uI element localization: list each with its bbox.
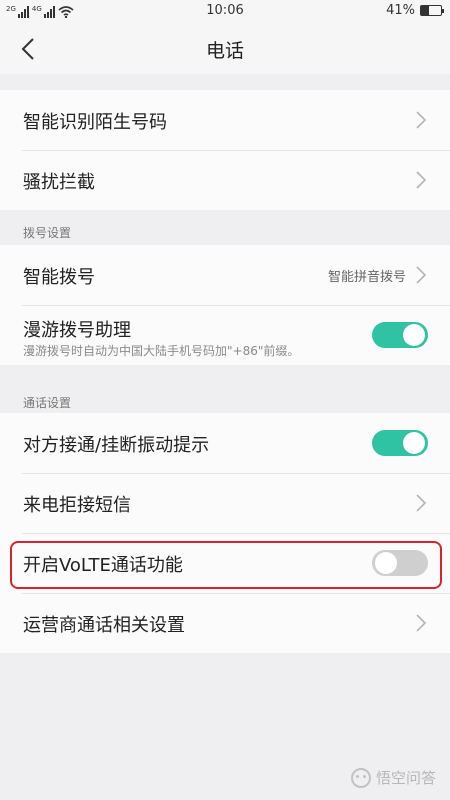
chevron-right-icon (416, 266, 427, 284)
setting-roaming-assistant: 漫游拨号助理 漫游拨号时自动为中国大陆手机号码加"+86"前缀。 (0, 305, 450, 365)
setting-label: 智能识别陌生号码 (23, 112, 167, 133)
setting-label: 对方接通/挂断振动提示 (23, 435, 210, 456)
battery-percent: 41% (386, 3, 415, 18)
setting-label: 骚扰拦截 (23, 172, 95, 193)
section-header-dial: 拨号设置 (23, 226, 72, 240)
settings-group-top: 智能识别陌生号码 骚扰拦截 (0, 90, 450, 210)
page-title: 电话 (205, 40, 244, 62)
vibrate-on-connect-toggle[interactable] (372, 430, 428, 456)
setting-label: 漫游拨号助理 (23, 320, 131, 341)
volte-highlight-annotation (10, 541, 442, 589)
status-time: 10:06 (206, 3, 244, 18)
setting-carrier-call[interactable]: 运营商通话相关设置 (0, 593, 450, 653)
toggle-knob (403, 432, 425, 454)
setting-reject-sms[interactable]: 来电拒接短信 (0, 473, 450, 533)
section-header-call: 通话设置 (23, 396, 72, 410)
setting-vibrate-on-connect: 对方接通/挂断振动提示 (0, 413, 450, 473)
status-bar: 2G 4G 10:06 41% (0, 0, 450, 24)
battery-area: 41% (386, 3, 444, 18)
setting-label: 运营商通话相关设置 (23, 615, 185, 636)
watermark-text: 悟空问答 (375, 769, 436, 787)
chevron-right-icon (416, 494, 427, 512)
battery-level-fill (421, 6, 430, 15)
settings-group-dial: 智能拨号 智能拼音拨号 漫游拨号助理 漫游拨号时自动为中国大陆手机号码加"+86… (0, 245, 450, 365)
chevron-right-icon (416, 111, 427, 129)
setting-harassment-block[interactable]: 骚扰拦截 (0, 150, 450, 210)
wukong-logo-icon (350, 767, 371, 788)
roaming-assistant-toggle[interactable] (372, 322, 428, 348)
nav-bar: 电话 (0, 24, 450, 74)
watermark: 悟空问答 (350, 767, 436, 788)
chevron-right-icon (416, 614, 427, 632)
settings-group-call: 对方接通/挂断振动提示 来电拒接短信 开启VoLTE通话功能 运营商通话相关设置 (0, 413, 450, 653)
toggle-knob (403, 324, 425, 346)
chevron-right-icon (416, 171, 427, 189)
setting-label: 智能拨号 (23, 267, 95, 288)
setting-label: 来电拒接短信 (23, 495, 131, 516)
setting-smart-dial[interactable]: 智能拨号 智能拼音拨号 (0, 245, 450, 305)
setting-description: 漫游拨号时自动为中国大陆手机号码加"+86"前缀。 (23, 344, 300, 358)
battery-icon (420, 5, 444, 16)
setting-value: 智能拼音拨号 (327, 270, 406, 285)
setting-smart-identify[interactable]: 智能识别陌生号码 (0, 90, 450, 150)
